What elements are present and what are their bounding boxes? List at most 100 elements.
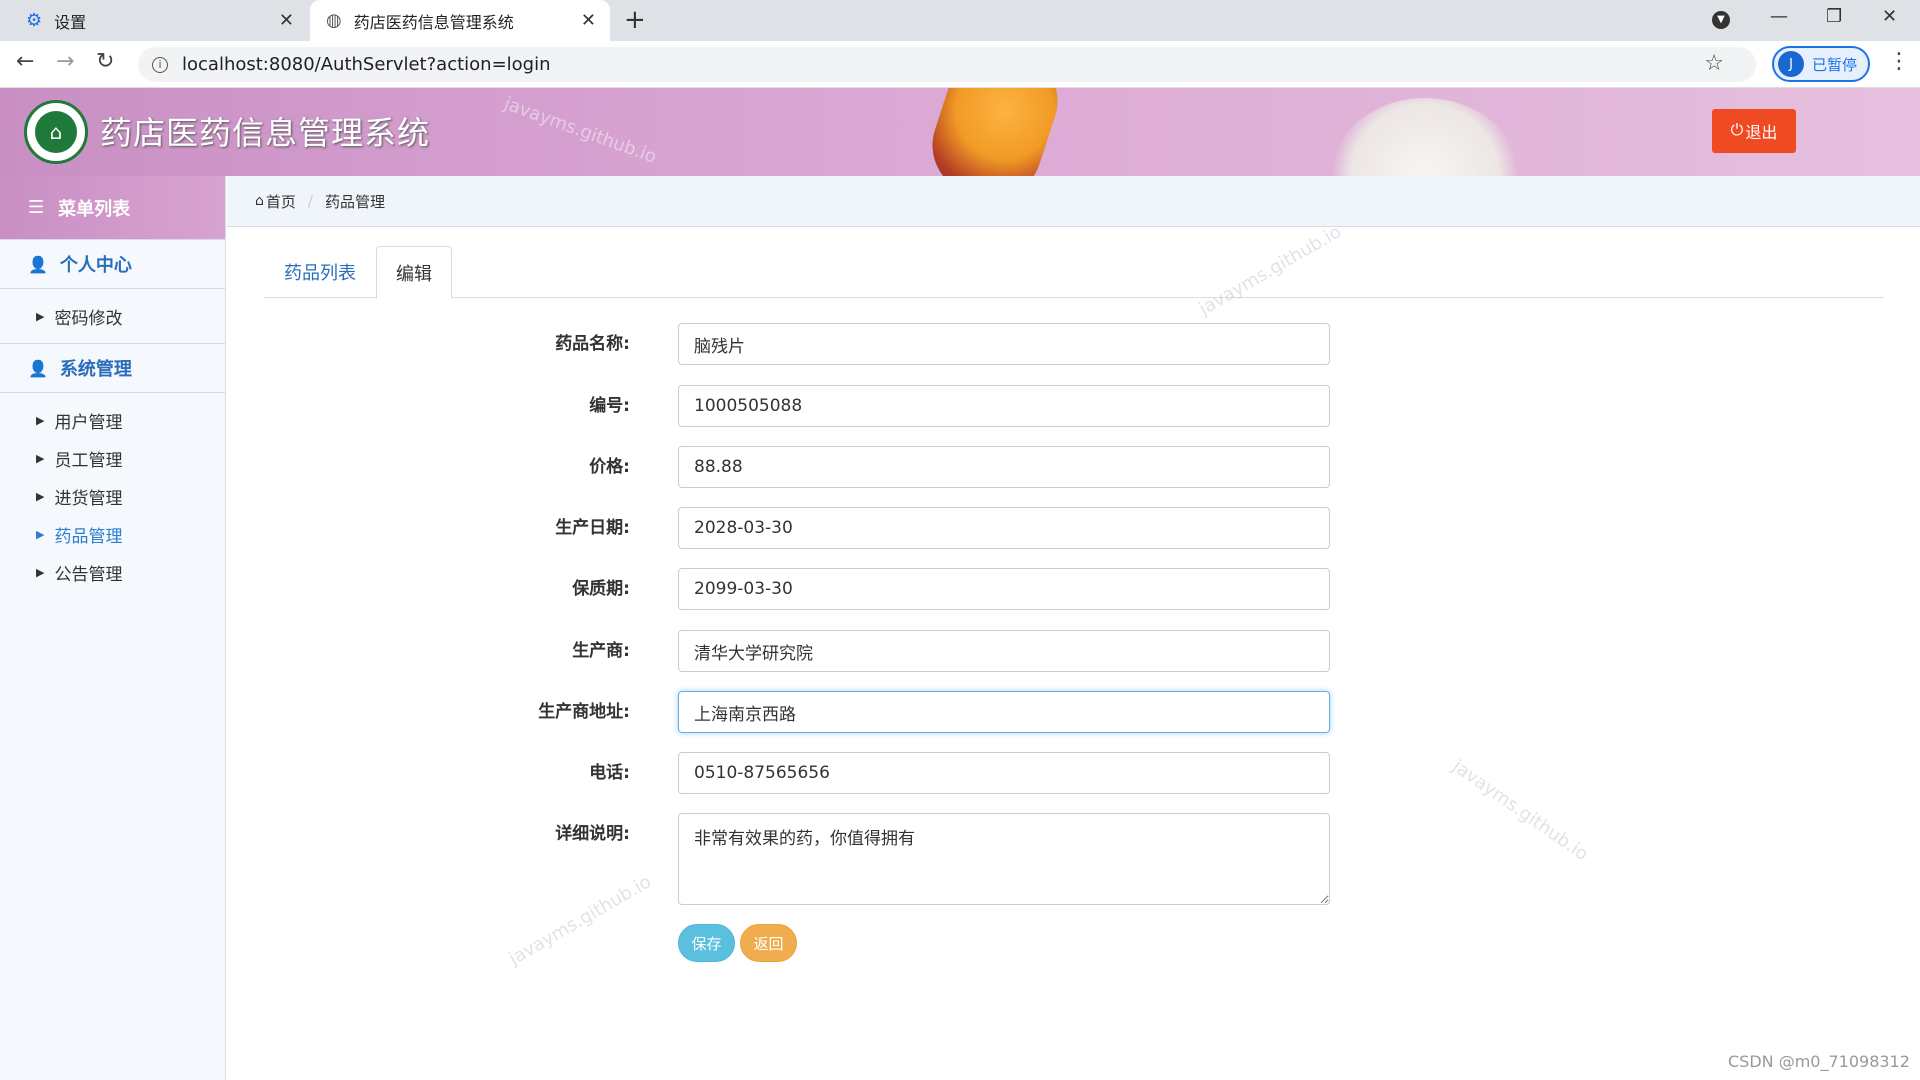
caret-right-icon: ▶ [36, 413, 45, 427]
bookmark-star-icon[interactable]: ☆ [1704, 51, 1724, 76]
watermark: javayms.github.io [1448, 755, 1592, 866]
tab-drug-list[interactable]: 药品列表 [264, 246, 376, 298]
profile-button[interactable]: J 已暂停 [1772, 46, 1870, 82]
field-label: 编号: [589, 396, 630, 416]
browser-tab-app[interactable]: ◍ 药店医药信息管理系统 ✕ [310, 0, 610, 41]
sidebar-item-purchase[interactable]: ▶ 进货管理 [0, 477, 225, 515]
minimize-icon[interactable]: — [1770, 6, 1788, 27]
sidebar-group-personal[interactable]: 👤 个人中心 [0, 239, 225, 289]
form-row-manufacturer-address: 生产商地址: [500, 691, 1330, 733]
form-row-manufacturer: 生产商: [500, 630, 1330, 672]
back-button[interactable]: 返回 [740, 924, 797, 962]
home-icon: ⌂ [255, 193, 264, 209]
sidebar-item-label: 公告管理 [54, 564, 123, 585]
sidebar-title: 菜单列表 [58, 198, 131, 220]
sidebar-item-users[interactable]: ▶ 用户管理 [0, 401, 225, 439]
back-arrow-icon[interactable]: ← [16, 49, 34, 74]
sidebar-item-notices[interactable]: ▶ 公告管理 [0, 553, 225, 591]
address-bar[interactable]: i localhost:8080/AuthServlet?action=logi… [138, 47, 1756, 82]
content-tabs: 药品列表 编辑 [264, 246, 1884, 299]
phone-input[interactable] [678, 752, 1330, 794]
group-label: 个人中心 [59, 255, 132, 276]
sidebar-item-password[interactable]: ▶ 密码修改 [0, 297, 225, 335]
breadcrumb-current: 药品管理 [324, 192, 385, 211]
logo-glyph: ⌂ [35, 111, 77, 153]
caret-right-icon: ▶ [36, 451, 45, 465]
caret-right-icon: ▶ [36, 489, 45, 503]
tab-edit[interactable]: 编辑 [376, 246, 452, 299]
field-label: 保质期: [572, 579, 630, 599]
field-label: 价格: [589, 457, 630, 477]
reload-icon[interactable]: ↻ [96, 49, 114, 74]
sidebar-sublist-system: ▶ 用户管理 ▶ 员工管理 ▶ 进货管理 ▶ 药品管理 ▶ 公告管理 [0, 393, 225, 599]
sidebar-item-drugs[interactable]: ▶ 药品管理 [0, 515, 225, 553]
close-icon[interactable]: ✕ [279, 10, 294, 31]
breadcrumb-home[interactable]: 首页 [266, 191, 296, 212]
avatar: J [1778, 51, 1804, 77]
sidebar-group-system[interactable]: 👤 系统管理 [0, 343, 225, 393]
field-label: 详细说明: [555, 824, 630, 844]
info-icon[interactable]: i [152, 56, 168, 73]
form-row-price: 价格: [500, 446, 1330, 488]
production-date-input[interactable] [678, 507, 1330, 549]
tab-title: 药店医药信息管理系统 [353, 12, 514, 32]
group-label: 系统管理 [59, 359, 132, 380]
manufacturer-input[interactable] [678, 630, 1330, 672]
breadcrumb: ⌂ 首页 / 药品管理 [227, 176, 1920, 227]
drug-code-input[interactable] [678, 385, 1330, 427]
capsule-decoration [919, 88, 1071, 176]
sidebar-item-label: 进货管理 [54, 488, 123, 509]
forward-arrow-icon[interactable]: → [56, 49, 74, 74]
form-row-production-date: 生产日期: [500, 507, 1330, 549]
sidebar-item-label: 药品管理 [54, 526, 123, 547]
new-tab-button[interactable]: + [624, 6, 646, 34]
save-button[interactable]: 保存 [678, 924, 735, 962]
globe-icon: ◍ [326, 10, 342, 31]
sidebar-item-staff[interactable]: ▶ 员工管理 [0, 439, 225, 477]
logout-label: 退出 [1745, 125, 1778, 142]
breadcrumb-separator: / [307, 192, 313, 210]
footer-credit: CSDN @m0_71098312 [1728, 1052, 1910, 1071]
url-text: localhost:8080/AuthServlet?action=login [182, 54, 551, 75]
profile-status: 已暂停 [1812, 55, 1858, 74]
logout-button[interactable]: ⏻ 退出 [1712, 109, 1796, 153]
manufacturer-address-input[interactable] [678, 691, 1330, 733]
form-row-phone: 电话: [500, 752, 1330, 794]
close-icon[interactable]: ✕ [581, 10, 596, 31]
caret-right-icon: ▶ [36, 309, 45, 323]
form-row-expiry: 保质期: [500, 568, 1330, 610]
description-textarea[interactable]: 非常有效果的药，你值得拥有 [678, 813, 1330, 905]
caret-right-icon: ▶ [36, 565, 45, 579]
tab-search-icon[interactable]: ▼ [1712, 6, 1730, 29]
app-title: 药店医药信息管理系统 [100, 114, 431, 152]
field-label: 药品名称: [555, 334, 630, 354]
restore-icon[interactable]: ❐ [1826, 6, 1842, 27]
field-label: 生产日期: [555, 518, 630, 538]
power-icon: ⏻ [1730, 122, 1744, 139]
list-icon: ☰ [28, 197, 45, 218]
sidebar-item-label: 密码修改 [54, 308, 123, 329]
field-label: 电话: [589, 763, 630, 783]
browser-menu-icon[interactable]: ⋮ [1888, 49, 1910, 74]
browser-tab-settings[interactable]: ⚙ 设置 ✕ [0, 0, 308, 41]
browser-toolbar: ← → ↻ i localhost:8080/AuthServlet?actio… [0, 41, 1920, 88]
sidebar-item-label: 用户管理 [54, 412, 123, 433]
caret-right-icon: ▶ [36, 527, 45, 541]
field-label: 生产商: [572, 641, 630, 661]
field-label: 生产商地址: [538, 702, 630, 722]
price-input[interactable] [678, 446, 1330, 488]
window-close-icon[interactable]: ✕ [1882, 6, 1897, 27]
user-icon: 👤 [28, 358, 48, 378]
expiry-date-input[interactable] [678, 568, 1330, 610]
app-header: ⌂ 药店医药信息管理系统 ⏻ 退出 [0, 88, 1920, 176]
drug-name-input[interactable] [678, 323, 1330, 365]
sidebar: ☰ 菜单列表 👤 个人中心 ▶ 密码修改 👤 系统管理 ▶ 用户管理 ▶ 员工管… [0, 176, 226, 1080]
sidebar-sublist-personal: ▶ 密码修改 [0, 289, 225, 343]
tab-title: 设置 [54, 12, 87, 32]
tablet-decoration [1330, 98, 1520, 176]
user-icon: 👤 [28, 254, 48, 274]
app-logo: ⌂ [24, 100, 88, 164]
sidebar-item-label: 员工管理 [54, 450, 123, 471]
gear-icon: ⚙ [26, 10, 43, 31]
sidebar-header: ☰ 菜单列表 [0, 176, 225, 239]
